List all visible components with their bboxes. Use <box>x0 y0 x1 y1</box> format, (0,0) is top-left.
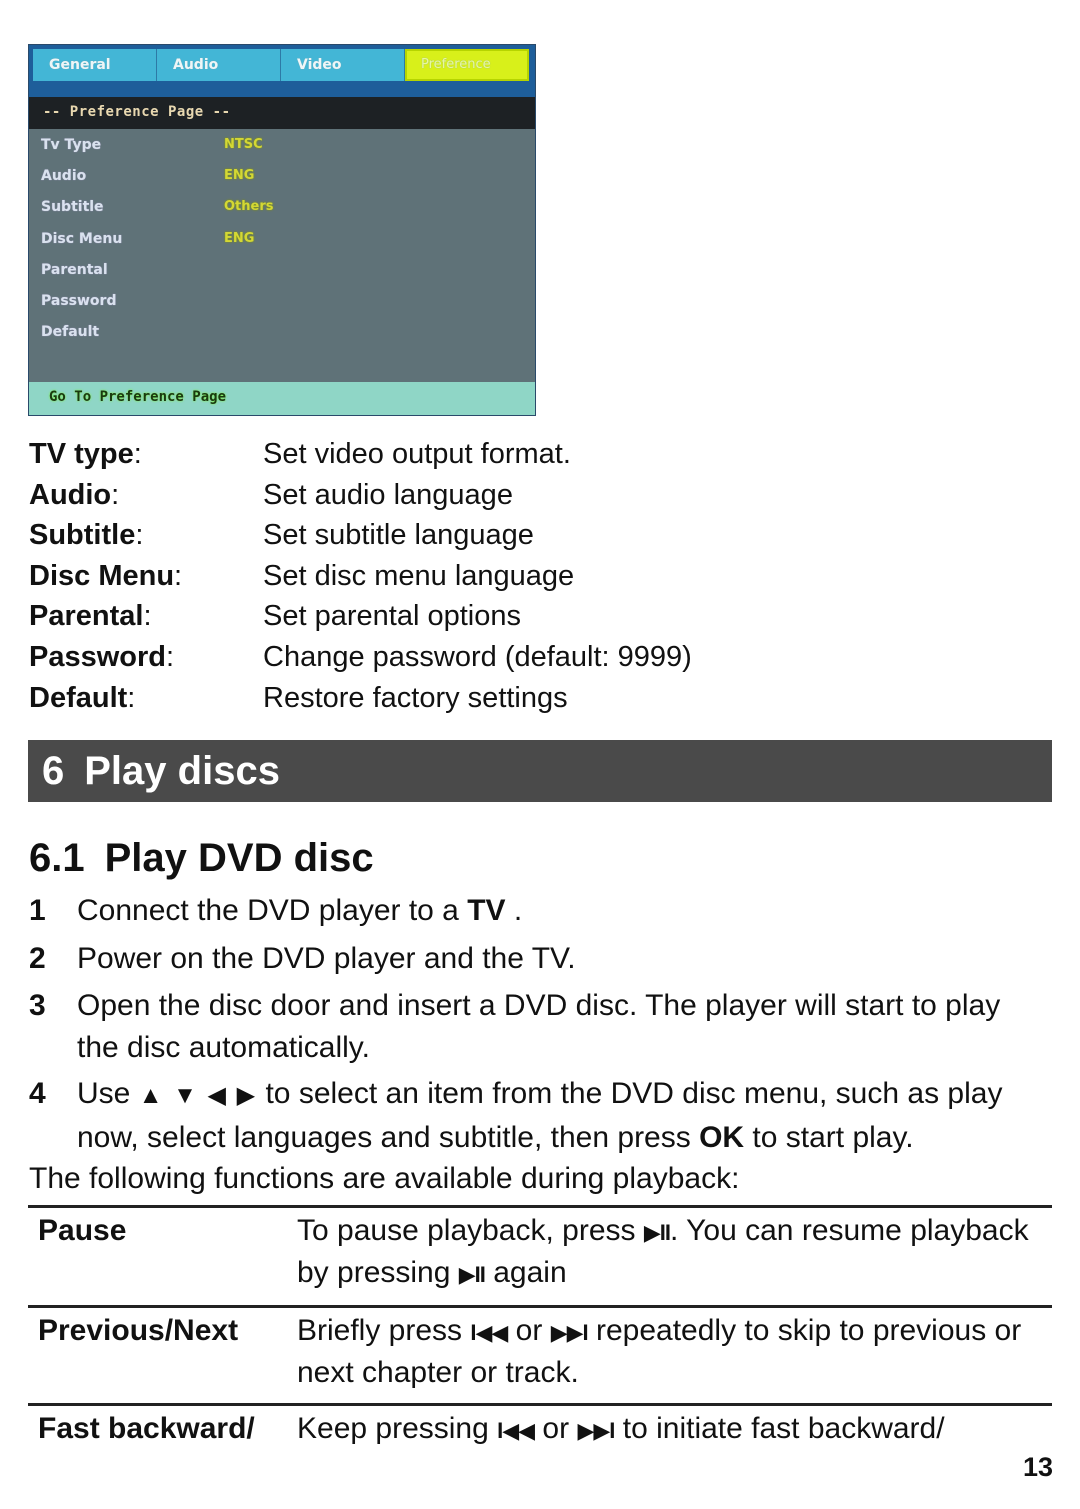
table-row: Previous/Next Briefly press I◀◀ or ▶▶I r… <box>28 1305 1052 1403</box>
osd-row-default[interactable]: Default <box>41 320 521 344</box>
chapter-number: 6 <box>42 749 65 793</box>
osd-row-label: Default <box>41 324 100 340</box>
definition-row: Password: Change password (default: 9999… <box>29 637 789 678</box>
table-row: Pause To pause playback, press ▶II. You … <box>28 1205 1052 1305</box>
function-description: Briefly press I◀◀ or ▶▶I repeatedly to s… <box>297 1314 1022 1389</box>
definition-row: Parental: Set parental options <box>29 596 789 637</box>
play-pause-icon: ▶II <box>458 1262 486 1287</box>
section-heading: 6.1 Play DVD disc <box>29 830 374 886</box>
skip-previous-icon: I◀◀ <box>470 1320 508 1345</box>
osd-footer-hint: Go To Preference Page <box>29 382 535 415</box>
skip-next-icon: ▶▶I <box>550 1320 589 1345</box>
osd-row-value: Others <box>224 199 274 214</box>
step-text: Open the disc door and insert a DVD disc… <box>77 989 1001 1064</box>
osd-row-value: NTSC <box>224 137 263 152</box>
definition-row: TV type: Set video output format. <box>29 434 789 475</box>
skip-previous-icon: I◀◀ <box>497 1418 535 1443</box>
osd-page-title: -- Preference Page -- <box>29 97 535 129</box>
osd-row-disc-menu[interactable]: Disc Menu ENG <box>41 227 521 251</box>
definition-desc: Set parental options <box>263 600 521 633</box>
definition-desc: Set disc menu language <box>263 559 575 592</box>
definition-term: TV type: <box>29 438 142 470</box>
settings-definition-list: TV type: Set video output format. Audio:… <box>29 434 789 718</box>
osd-tab-video[interactable]: Video <box>281 49 405 81</box>
definition-row: Default: Restore factory settings <box>29 678 789 719</box>
chapter-heading: 6 Play discs <box>28 740 1052 802</box>
step-number: 3 <box>29 989 46 1022</box>
step-item: 3 Open the disc door and insert a DVD di… <box>29 985 1019 1069</box>
osd-row-tv-type[interactable]: Tv Type NTSC <box>41 133 521 157</box>
osd-row-label: Password <box>41 293 117 309</box>
definition-desc: Set video output format. <box>263 438 571 470</box>
step-text: Use ▲ ▼ ◀ ▶ to select an item from the D… <box>77 1077 1003 1154</box>
step-number: 4 <box>29 1077 46 1110</box>
definition-term: Password: <box>29 640 175 673</box>
definition-term: Disc Menu: <box>29 559 183 592</box>
definition-desc: Change password (default: 9999) <box>263 640 692 673</box>
osd-row-audio[interactable]: Audio ENG <box>41 164 521 188</box>
definition-term: Parental: <box>29 600 152 633</box>
definition-term: Audio: <box>29 478 120 511</box>
function-name: Pause <box>38 1214 127 1247</box>
step-item: 1 Connect the DVD player to a TV . <box>29 890 1059 932</box>
osd-row-subtitle[interactable]: Subtitle Others <box>41 195 521 219</box>
osd-row-value: ENG <box>224 168 255 183</box>
step-number: 2 <box>29 942 46 975</box>
definition-desc: Set audio language <box>263 478 513 511</box>
osd-row-label: Disc Menu <box>41 231 123 247</box>
skip-next-icon: ▶▶I <box>577 1418 615 1443</box>
osd-preference-menu: General Audio Video Preference -- Prefer… <box>28 44 536 416</box>
osd-row-value: ENG <box>224 231 255 246</box>
step-text: Connect the DVD player to a TV . <box>77 894 523 927</box>
definition-row: Disc Menu: Set disc menu language <box>29 556 789 597</box>
osd-tab-bar: General Audio Video Preference <box>29 45 535 97</box>
functions-intro: The following functions are available du… <box>29 1162 740 1195</box>
definition-row: Subtitle: Set subtitle language <box>29 515 789 556</box>
osd-row-label: Audio <box>41 168 87 184</box>
chapter-title: Play discs <box>84 749 280 793</box>
definition-term: Default: <box>29 681 136 714</box>
direction-arrows-icon: ▲ ▼ ◀ ▶ <box>138 1082 258 1109</box>
playback-functions-table: Pause To pause playback, press ▶II. You … <box>28 1205 1052 1461</box>
osd-tab-general[interactable]: General <box>33 49 157 81</box>
section-title: Play DVD disc <box>104 836 374 880</box>
definition-desc: Restore factory settings <box>263 681 568 714</box>
osd-row-label: Parental <box>41 262 108 278</box>
osd-row-label: Tv Type <box>41 137 102 153</box>
step-item: 4 Use ▲ ▼ ◀ ▶ to select an item from the… <box>29 1073 1059 1159</box>
play-pause-icon: ▶II <box>643 1220 671 1245</box>
function-name: Previous/Next <box>38 1314 239 1347</box>
function-description: Keep pressing I◀◀ or ▶▶I to initiate fas… <box>297 1412 945 1445</box>
function-description: To pause playback, press ▶II. You can re… <box>297 1214 1029 1289</box>
osd-row-parental[interactable]: Parental <box>41 258 521 282</box>
osd-tab-audio[interactable]: Audio <box>157 49 281 81</box>
function-name: Fast backward/ <box>38 1412 255 1445</box>
table-row: Fast backward/ Keep pressing I◀◀ or ▶▶I … <box>28 1403 1052 1461</box>
section-number: 6.1 <box>29 836 85 880</box>
step-text: Power on the DVD player and the TV. <box>77 942 576 975</box>
osd-tab-preference[interactable]: Preference <box>405 49 529 81</box>
step-item: 2 Power on the DVD player and the TV. <box>29 938 1059 980</box>
definition-term: Subtitle: <box>29 519 144 552</box>
page-number: 13 <box>1022 1452 1053 1482</box>
step-number: 1 <box>29 894 46 927</box>
definition-row: Audio: Set audio language <box>29 475 789 516</box>
definition-desc: Set subtitle language <box>263 519 534 552</box>
osd-row-label: Subtitle <box>41 199 104 215</box>
osd-row-password[interactable]: Password <box>41 289 521 313</box>
